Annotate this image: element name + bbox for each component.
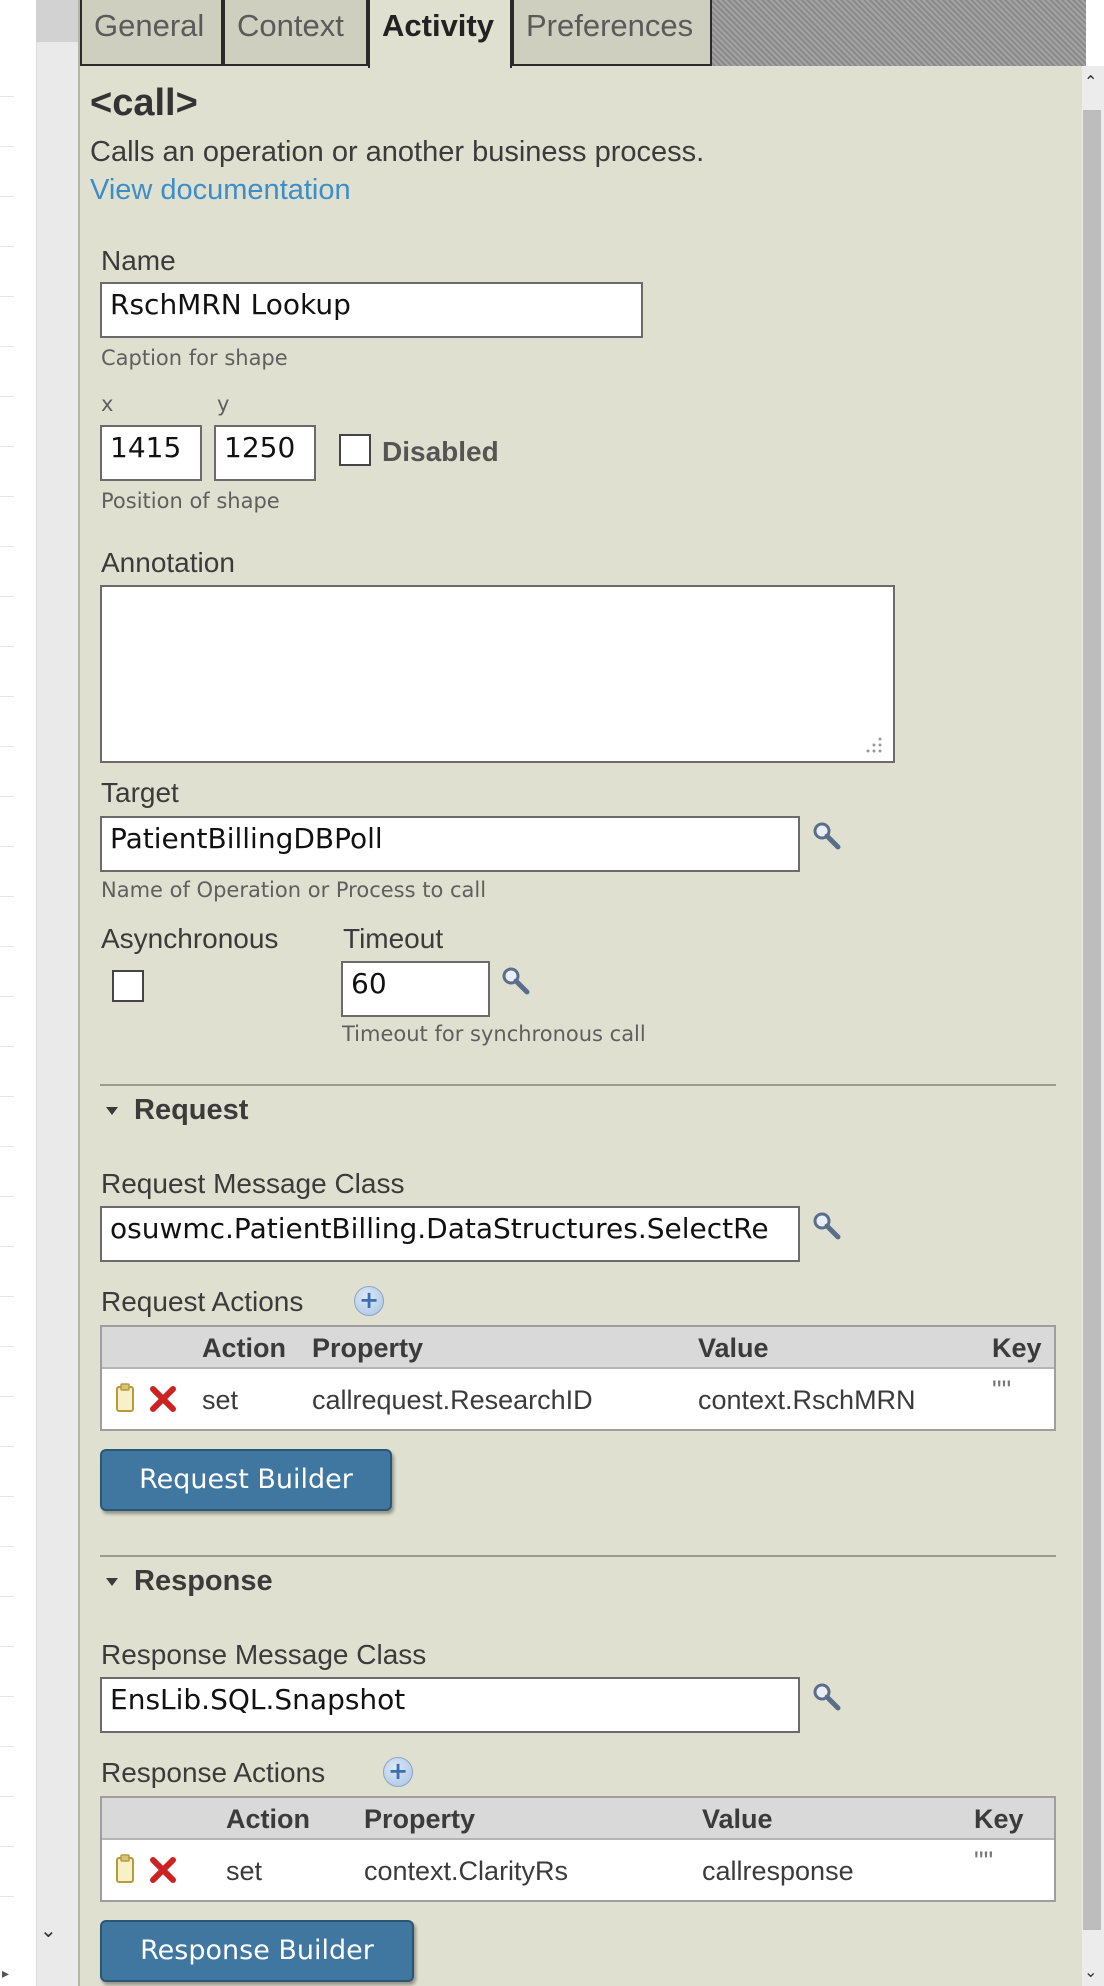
name-hint: Caption for shape <box>101 346 288 370</box>
gutter-header <box>36 0 78 42</box>
column-header-key[interactable]: Key <box>992 1333 1042 1364</box>
target-label: Target <box>101 777 179 808</box>
cell-property: context.ClarityRs <box>364 1856 569 1886</box>
add-response-action-icon[interactable]: + <box>383 1757 413 1787</box>
cell-property: callrequest.ResearchID <box>312 1385 593 1415</box>
tab-activity[interactable]: Activity <box>368 0 512 68</box>
view-documentation-link[interactable]: View documentation <box>90 174 351 207</box>
asynchronous-label: Asynchronous <box>101 923 279 954</box>
column-header-property[interactable]: Property <box>312 1333 423 1364</box>
annotation-textarea[interactable] <box>100 585 895 763</box>
add-request-action-icon[interactable]: + <box>354 1286 384 1316</box>
scrollbar-thumb[interactable] <box>1083 110 1101 1930</box>
gutter-ruler <box>0 0 36 1986</box>
column-header-action[interactable]: Action <box>226 1804 310 1835</box>
response-divider <box>100 1555 1056 1557</box>
search-icon[interactable] <box>499 965 533 999</box>
name-input[interactable]: RschMRN Lookup <box>100 282 643 338</box>
activity-description: Calls an operation or another business p… <box>90 136 705 168</box>
table-header: Action Property Value Key <box>102 1327 1054 1369</box>
tab-context[interactable]: Context <box>223 0 368 66</box>
cell-value: callresponse <box>702 1856 854 1886</box>
column-header-value[interactable]: Value <box>702 1804 773 1835</box>
scroll-down-icon[interactable]: ⌄ <box>1084 1962 1097 1981</box>
document-icon[interactable] <box>114 1383 138 1415</box>
name-label: Name <box>101 245 176 276</box>
disabled-checkbox[interactable] <box>339 434 371 466</box>
response-actions-label: Response Actions <box>101 1757 326 1788</box>
response-actions-table: Action Property Value Key set context.Cl… <box>100 1796 1056 1902</box>
request-builder-button[interactable]: Request Builder <box>100 1449 392 1511</box>
column-header-action[interactable]: Action <box>202 1333 286 1364</box>
search-icon[interactable] <box>810 1681 844 1715</box>
resize-grip-icon[interactable] <box>862 733 884 755</box>
gutter-strip <box>36 0 78 1986</box>
response-message-class-input[interactable]: EnsLib.SQL.Snapshot <box>100 1677 800 1733</box>
tab-bar: General Context Activity Preferences <box>80 0 1086 68</box>
cell-key: "" <box>992 1375 1012 1405</box>
triangle-down-icon[interactable] <box>104 1104 120 1118</box>
red-x-icon[interactable] <box>148 1385 178 1413</box>
search-icon[interactable] <box>810 1210 844 1244</box>
timeout-hint: Timeout for synchronous call <box>342 1022 646 1046</box>
request-actions-label: Request Actions <box>101 1286 304 1317</box>
timeout-input[interactable]: 60 <box>341 961 490 1017</box>
triangle-down-icon[interactable] <box>104 1575 120 1589</box>
tab-general[interactable]: General <box>80 0 223 66</box>
scroll-left-icon[interactable]: ▸ <box>2 1966 9 1982</box>
column-header-key[interactable]: Key <box>974 1804 1024 1835</box>
red-x-icon[interactable] <box>148 1856 178 1884</box>
activity-title: <call> <box>90 82 198 124</box>
tab-preferences[interactable]: Preferences <box>512 0 712 66</box>
response-builder-button[interactable]: Response Builder <box>100 1920 414 1982</box>
disabled-label: Disabled <box>382 436 499 467</box>
search-icon[interactable] <box>810 820 844 854</box>
request-divider <box>100 1084 1056 1086</box>
document-icon[interactable] <box>114 1854 138 1886</box>
request-message-class-label: Request Message Class <box>101 1168 405 1199</box>
position-hint: Position of shape <box>101 489 280 513</box>
target-input[interactable]: PatientBillingDBPoll <box>100 816 800 872</box>
y-label: y <box>217 392 230 416</box>
column-header-property[interactable]: Property <box>364 1804 475 1835</box>
table-header: Action Property Value Key <box>102 1798 1054 1840</box>
x-position-input[interactable]: 1415 <box>100 425 202 481</box>
asynchronous-checkbox[interactable] <box>112 970 144 1002</box>
cell-value: context.RschMRN <box>698 1385 916 1415</box>
annotation-label: Annotation <box>101 547 235 578</box>
response-section-toggle[interactable]: Response <box>134 1565 273 1598</box>
target-hint: Name of Operation or Process to call <box>101 878 487 902</box>
chevron-down-icon[interactable]: ⌄ <box>40 1918 57 1942</box>
scroll-up-icon[interactable]: ⌃ <box>1084 72 1097 91</box>
cell-action: set <box>226 1856 263 1886</box>
response-message-class-label: Response Message Class <box>101 1639 427 1670</box>
cell-key: "" <box>974 1846 994 1876</box>
y-position-input[interactable]: 1250 <box>214 425 316 481</box>
cell-action: set <box>202 1385 239 1415</box>
request-actions-table: Action Property Value Key set callreques… <box>100 1325 1056 1431</box>
request-message-class-input[interactable]: osuwmc.PatientBilling.DataStructures.Sel… <box>100 1206 800 1262</box>
column-header-value[interactable]: Value <box>698 1333 769 1364</box>
x-label: x <box>101 392 114 416</box>
request-section-toggle[interactable]: Request <box>134 1094 248 1127</box>
timeout-label: Timeout <box>343 923 444 954</box>
